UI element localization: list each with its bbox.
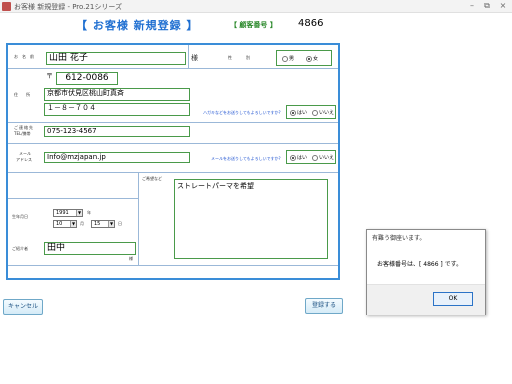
form-title: 【 お客様 新規登録 】 xyxy=(76,19,199,32)
divider xyxy=(188,45,189,68)
request-textarea[interactable]: ストレートパーマを希望 xyxy=(174,179,328,259)
divider xyxy=(8,198,138,199)
dm-question: ハガキなどをお送りしてもよろしいですか? xyxy=(203,110,281,115)
mail-radio-yes[interactable]: はい xyxy=(290,154,307,161)
divider xyxy=(8,68,338,69)
postal-code-input[interactable]: 612-0086 xyxy=(56,72,118,85)
gender-radio-male[interactable]: 男 xyxy=(282,55,294,62)
gender-radio-group: 男 女 xyxy=(276,50,332,66)
referrer-input[interactable]: 田中 xyxy=(44,242,136,255)
referrer-honorific: 様 xyxy=(129,256,133,261)
close-button[interactable]: × xyxy=(497,1,509,11)
phone-sublabel: TEL/携帯 xyxy=(14,131,31,136)
dm-radio-yes[interactable]: はい xyxy=(290,109,307,116)
divider xyxy=(138,172,139,265)
restore-button[interactable]: ⧉ xyxy=(481,1,493,11)
birth-day-unit: 日 xyxy=(118,221,122,226)
register-button[interactable]: 登録する xyxy=(305,298,343,314)
divider xyxy=(8,172,338,173)
confirmation-dialog: 有難う御座います。 お客様番号は、[ 4866 ] です。 OK xyxy=(366,229,486,315)
radio-on-icon xyxy=(306,55,312,62)
address-line1-input[interactable]: 京都市伏見区桃山町真斉 xyxy=(44,88,190,101)
referrer-label: ご紹介者 xyxy=(12,246,28,251)
name-honorific: 様 xyxy=(191,54,198,62)
dialog-footer: OK xyxy=(367,284,485,315)
chevron-down-icon: ▼ xyxy=(108,221,114,227)
mail-radio-group: はい いいえ xyxy=(286,150,336,164)
divider xyxy=(8,265,338,266)
radio-off-icon xyxy=(312,109,318,116)
address-line2-input[interactable]: １－８－７０４ xyxy=(44,103,190,116)
customer-number-label: 【 顧客番号 】 xyxy=(230,21,277,29)
gender-label: 性別 xyxy=(228,55,264,60)
name-label: お名前 xyxy=(14,54,38,59)
dm-radio-no[interactable]: いいえ xyxy=(312,109,334,116)
birth-month-select[interactable]: 10 ▼ xyxy=(53,220,77,228)
request-label: ご希望など xyxy=(142,176,162,181)
chevron-down-icon: ▼ xyxy=(76,210,82,216)
divider xyxy=(8,143,338,144)
birth-month-unit: 月 xyxy=(80,221,84,226)
birth-year-select[interactable]: 1991 ▼ xyxy=(53,209,83,217)
email-sublabel: アドレス xyxy=(16,157,32,162)
name-input[interactable]: 山田 花子 xyxy=(46,52,186,65)
address-label: 住所 xyxy=(14,92,38,97)
cancel-button[interactable]: キャンセル xyxy=(3,299,43,315)
app-icon xyxy=(2,2,11,11)
radio-off-icon xyxy=(312,154,318,161)
birth-year-unit: 年 xyxy=(87,210,91,215)
radio-on-icon xyxy=(290,109,296,116)
radio-on-icon xyxy=(290,154,296,161)
ok-button[interactable]: OK xyxy=(433,292,473,306)
birthday-label: 生年月日 xyxy=(12,214,28,219)
mail-question: メールをお送りしてもよろしいですか? xyxy=(211,156,281,161)
window-titlebar: お客様 新規登録 - Pro.21シリーズ – ⧉ × xyxy=(0,0,512,13)
email-input[interactable]: Info@mzjapan.jp xyxy=(44,152,190,163)
dm-radio-group: はい いいえ xyxy=(286,105,336,119)
radio-off-icon xyxy=(282,55,288,62)
dialog-message: お客様番号は、[ 4866 ] です。 xyxy=(377,261,463,268)
divider xyxy=(8,122,338,123)
customer-number-value: 4866 xyxy=(298,18,324,29)
mail-radio-no[interactable]: いいえ xyxy=(312,154,334,161)
birth-day-select[interactable]: 15 ▼ xyxy=(91,220,115,228)
customer-form-panel: お名前 山田 花子 様 性別 男 女 〒 612-0086 住所 京都市伏見区桃… xyxy=(6,43,340,280)
gender-radio-female[interactable]: 女 xyxy=(306,55,318,62)
postal-mark: 〒 xyxy=(46,72,53,80)
minimize-button[interactable]: – xyxy=(466,1,478,11)
phone-input[interactable]: 075-123-4567 xyxy=(44,126,190,137)
dialog-title: 有難う御座います。 xyxy=(372,235,426,242)
chevron-down-icon: ▼ xyxy=(70,221,76,227)
window-title: お客様 新規登録 - Pro.21シリーズ xyxy=(14,3,122,11)
